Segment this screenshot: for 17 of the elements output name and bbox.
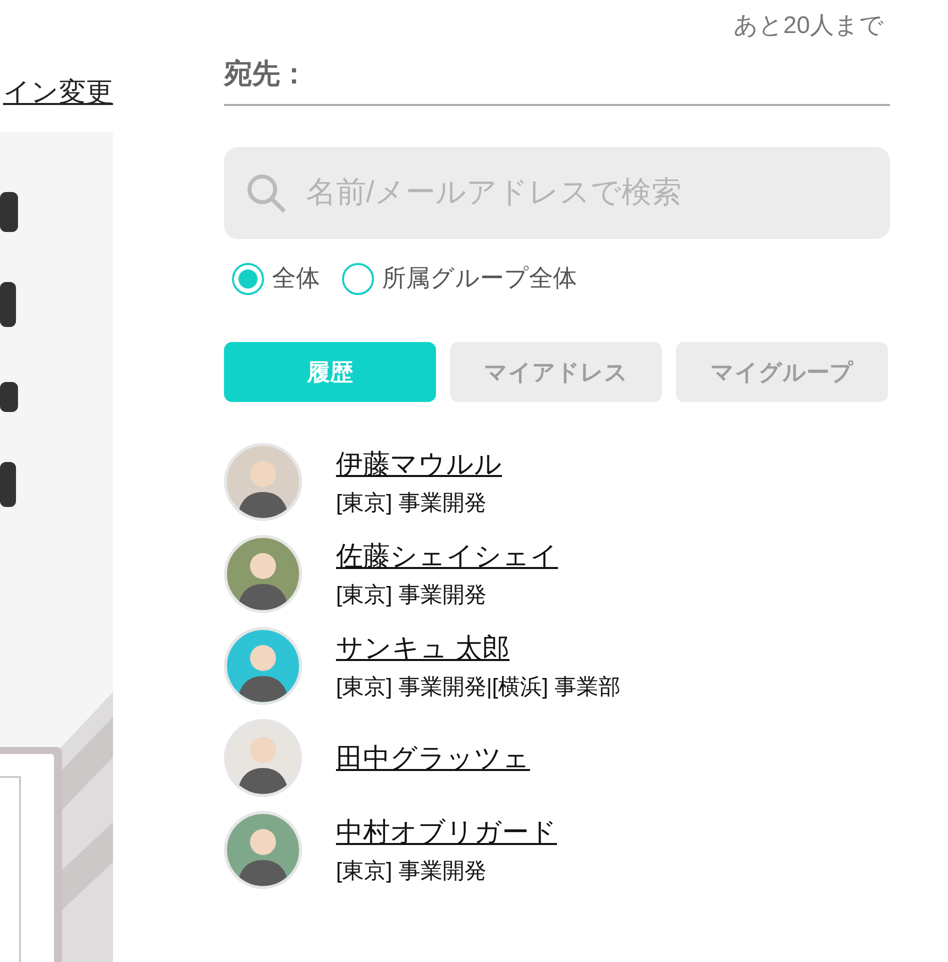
remaining-count: あと20人まで [733, 11, 884, 41]
radio-label: 所属グループ全体 [382, 264, 577, 294]
radio-button[interactable] [232, 263, 264, 295]
contact-name[interactable]: 佐藤シェイシェイ [336, 539, 558, 573]
contact-name[interactable]: 田中グラッツェ [336, 741, 530, 775]
contact-name[interactable]: 伊藤マウルル [336, 447, 502, 481]
contact-department: [東京] 事業開発 [336, 857, 488, 885]
radio-button[interactable] [342, 263, 374, 295]
radio-label: 全体 [272, 264, 320, 294]
change-link[interactable]: イン変更 [3, 72, 113, 112]
contact-department: [東京] 事業開発 [336, 489, 488, 517]
recipient-label: 宛先： [224, 57, 308, 91]
recipient-field[interactable]: 宛先： [224, 44, 890, 106]
contact-department: [東京] 事業開発 [336, 581, 488, 609]
contact-department: [東京] 事業開発|[横浜] 事業部 [336, 673, 620, 701]
contact-name[interactable]: サンキュ 太郎 [336, 631, 620, 665]
contact-name[interactable]: 中村オブリガード [336, 815, 557, 849]
